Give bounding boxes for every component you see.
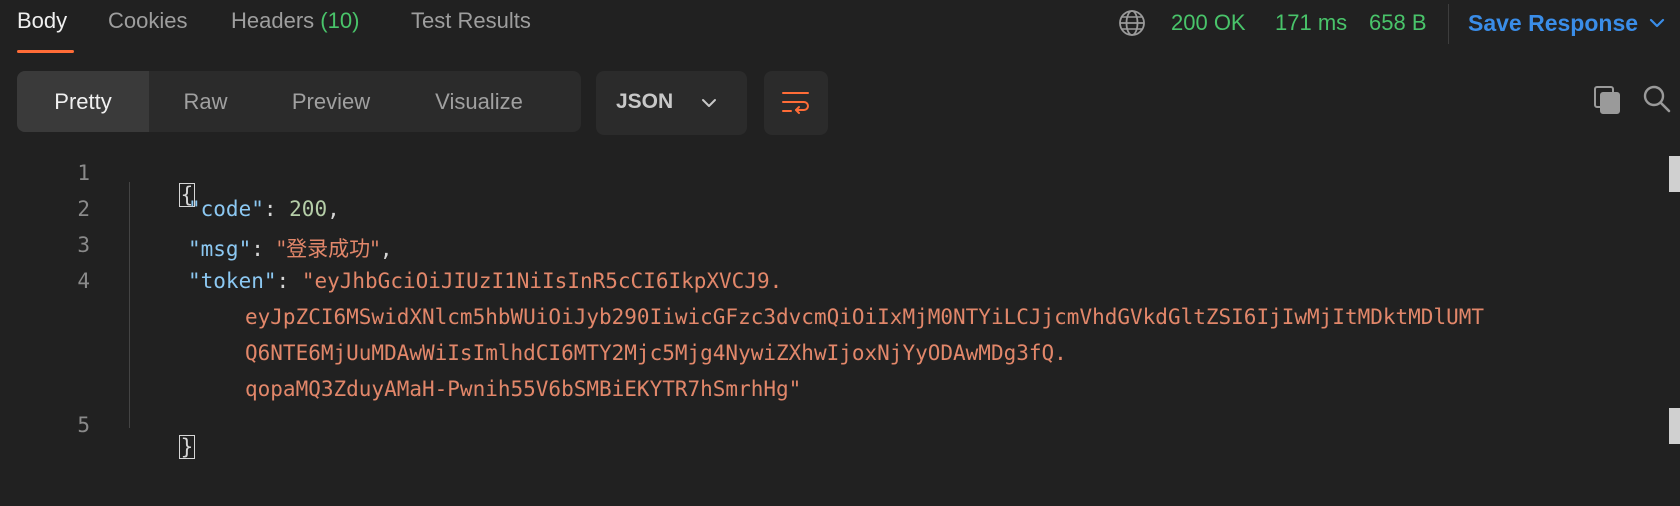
chevron-down-icon[interactable] [1648, 14, 1666, 32]
code-line: "token": "eyJhbGciOiJIUzI1NiIsInR5cCI6Ik… [188, 269, 783, 293]
save-response-button[interactable]: Save Response [1468, 10, 1638, 37]
json-key: "msg" [188, 237, 252, 261]
format-label: JSON [616, 90, 674, 113]
response-time[interactable]: 171 ms [1275, 10, 1347, 36]
close-brace: } [178, 435, 196, 459]
code-line-wrapped: Q6NTE6MjUuMDAwWiIsImlhdCI6MTY2Mjc5Mjg4Ny… [245, 341, 1067, 365]
view-pretty-button[interactable]: Pretty [17, 71, 149, 132]
view-raw-button[interactable]: Raw [149, 71, 262, 132]
line-number: 2 [77, 197, 90, 221]
line-number: 3 [77, 233, 90, 257]
json-key: "code" [188, 197, 264, 221]
code-line: { [128, 159, 196, 231]
code-line-wrapped: eyJpZCI6MSwidXNlcm5hbWUiOiJyb290IiwicGFz… [245, 305, 1485, 329]
json-key: "token" [188, 269, 277, 293]
line-number: 4 [77, 269, 90, 293]
response-size[interactable]: 658 B [1369, 10, 1427, 36]
view-visualize-button[interactable]: Visualize [400, 71, 558, 132]
active-tab-indicator [17, 50, 74, 53]
scrollbar-marker[interactable] [1669, 408, 1680, 444]
chevron-down-icon [702, 99, 716, 107]
code-line: } [128, 411, 196, 483]
line-number: 5 [77, 413, 90, 437]
scrollbar-marker[interactable] [1669, 156, 1680, 192]
view-mode-selector: Pretty Raw Preview Visualize [17, 71, 581, 132]
globe-icon[interactable] [1118, 9, 1146, 37]
copy-icon[interactable] [1592, 84, 1622, 114]
tab-headers[interactable]: Headers (10) [231, 8, 359, 34]
code-line: "code": 200, [188, 197, 340, 221]
line-number: 1 [77, 161, 90, 185]
view-preview-button[interactable]: Preview [262, 71, 400, 132]
json-value: "eyJhbGciOiJIUzI1NiIsInR5cCI6IkpXVCJ9. [301, 269, 783, 293]
divider [1448, 4, 1449, 44]
tab-headers-label: Headers [231, 8, 315, 33]
format-dropdown[interactable]: JSON [596, 71, 747, 135]
code-line: "msg": "登录成功", [188, 237, 393, 261]
headers-count: (10) [320, 8, 360, 33]
search-icon[interactable] [1642, 84, 1672, 114]
tab-test-results[interactable]: Test Results [411, 8, 531, 34]
wrap-lines-icon [782, 92, 809, 114]
tab-body[interactable]: Body [17, 8, 67, 34]
code-line-wrapped: qopaMQ3ZduyAMaH-Pwnih55V6bSMBiEKYTR7hSmr… [245, 377, 802, 401]
wrap-lines-button[interactable] [764, 71, 828, 135]
json-value: "登录成功" [276, 237, 380, 261]
status-code[interactable]: 200 OK [1171, 10, 1246, 36]
tab-cookies[interactable]: Cookies [108, 8, 187, 34]
json-value: 200 [289, 197, 328, 221]
response-body-editor[interactable]: 1 2 3 4 5 { "code": 200, "msg": "登录成功", … [0, 156, 1680, 506]
